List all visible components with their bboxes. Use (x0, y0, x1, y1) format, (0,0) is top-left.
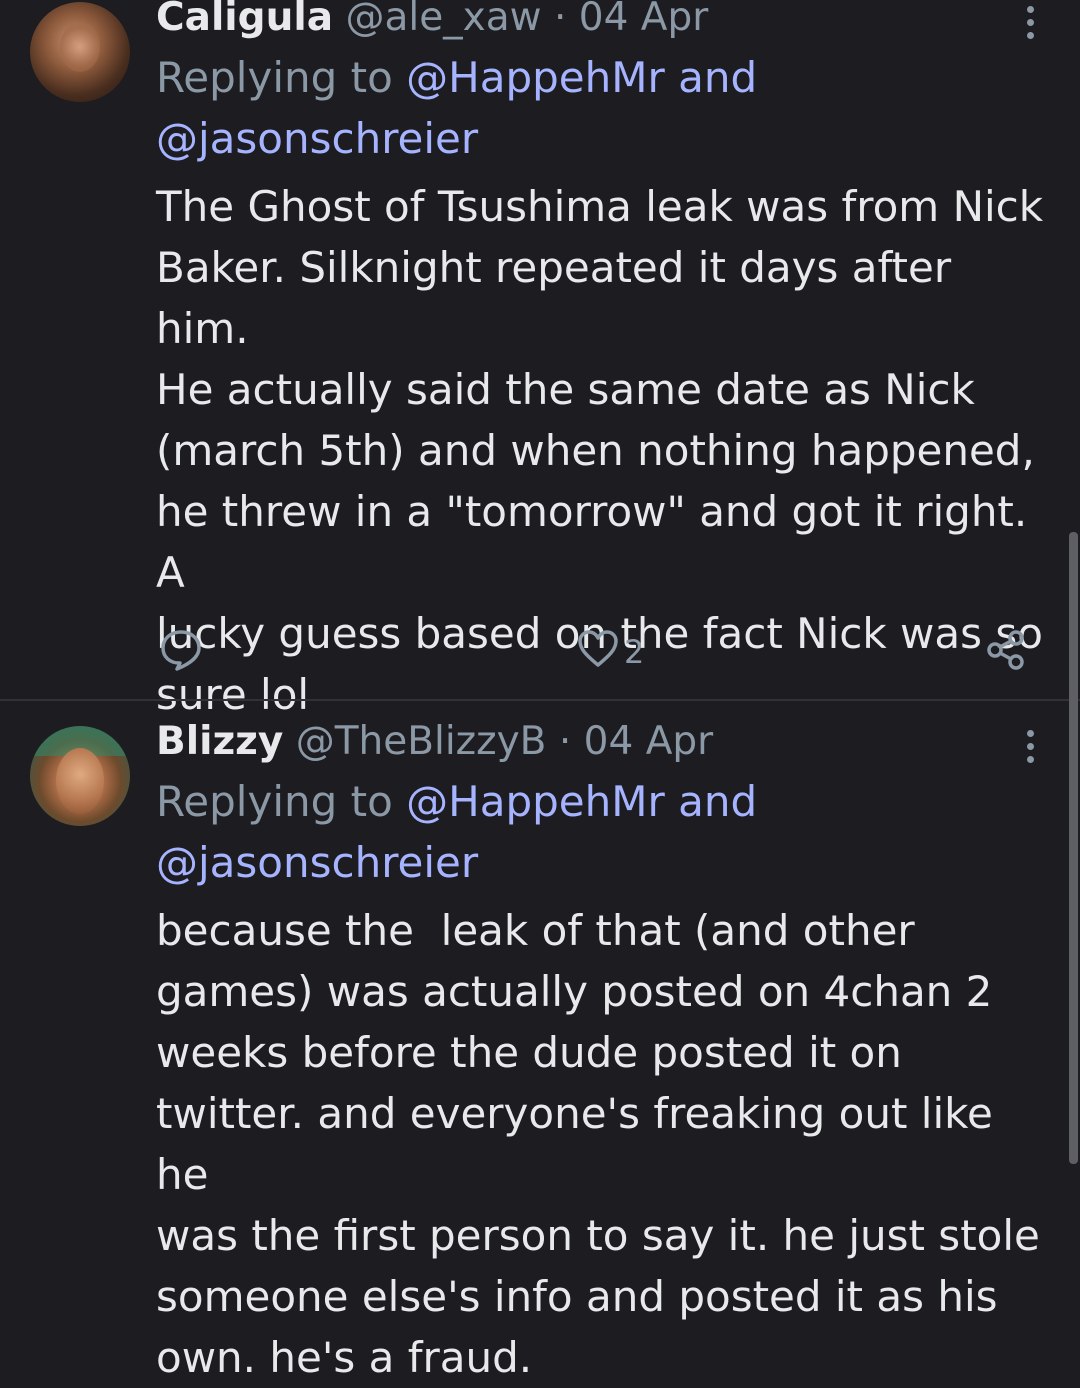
like-count: 2 (624, 633, 645, 671)
tweet-header: Caligula @ale_xaw · 04 Apr (156, 0, 708, 38)
more-vertical-icon[interactable] (1014, 724, 1046, 768)
separator-dot: · (553, 0, 567, 40)
avatar[interactable] (30, 2, 130, 102)
replying-to: Replying to @HappehMr and @jasonschreier (156, 47, 1046, 169)
tweet-date[interactable]: 04 Apr (584, 719, 714, 764)
replying-prefix: Replying to (156, 53, 393, 102)
reply-icon[interactable] (160, 628, 202, 672)
separator-dot: · (558, 719, 572, 764)
user-name[interactable]: Caligula (156, 0, 333, 40)
user-name[interactable]: Blizzy (156, 719, 283, 764)
tweet-date[interactable]: 04 Apr (579, 0, 709, 40)
mention-link[interactable]: @jasonschreier (156, 114, 478, 163)
tweet-blizzy[interactable]: Blizzy @TheBlizzyB · 04 Apr Replying to … (0, 700, 1080, 1382)
reply-conjunction: and (678, 777, 758, 826)
mention-link[interactable]: @jasonschreier (156, 838, 478, 887)
mention-link[interactable]: @HappehMr (406, 777, 665, 826)
reply-conjunction: and (678, 53, 758, 102)
avatar[interactable] (30, 726, 130, 826)
tweet-actions: 2 (0, 620, 1080, 680)
more-vertical-icon[interactable] (1014, 0, 1046, 44)
replying-to: Replying to @HappehMr and @jasonschreier (156, 771, 1046, 893)
share-icon[interactable] (986, 630, 1026, 670)
tweet-text: because the leak of that (and other game… (156, 906, 1040, 1382)
tweet-header: Blizzy @TheBlizzyB · 04 Apr (156, 722, 713, 762)
mention-link[interactable]: @HappehMr (406, 53, 665, 102)
scrollbar[interactable] (1069, 532, 1078, 1164)
tweet-caligula[interactable]: Caligula @ale_xaw · 04 Apr Replying to @… (0, 0, 1080, 719)
user-handle[interactable]: @ale_xaw (345, 0, 541, 40)
replying-prefix: Replying to (156, 777, 393, 826)
user-handle[interactable]: @TheBlizzyB (296, 719, 547, 764)
heart-icon[interactable] (578, 630, 618, 668)
